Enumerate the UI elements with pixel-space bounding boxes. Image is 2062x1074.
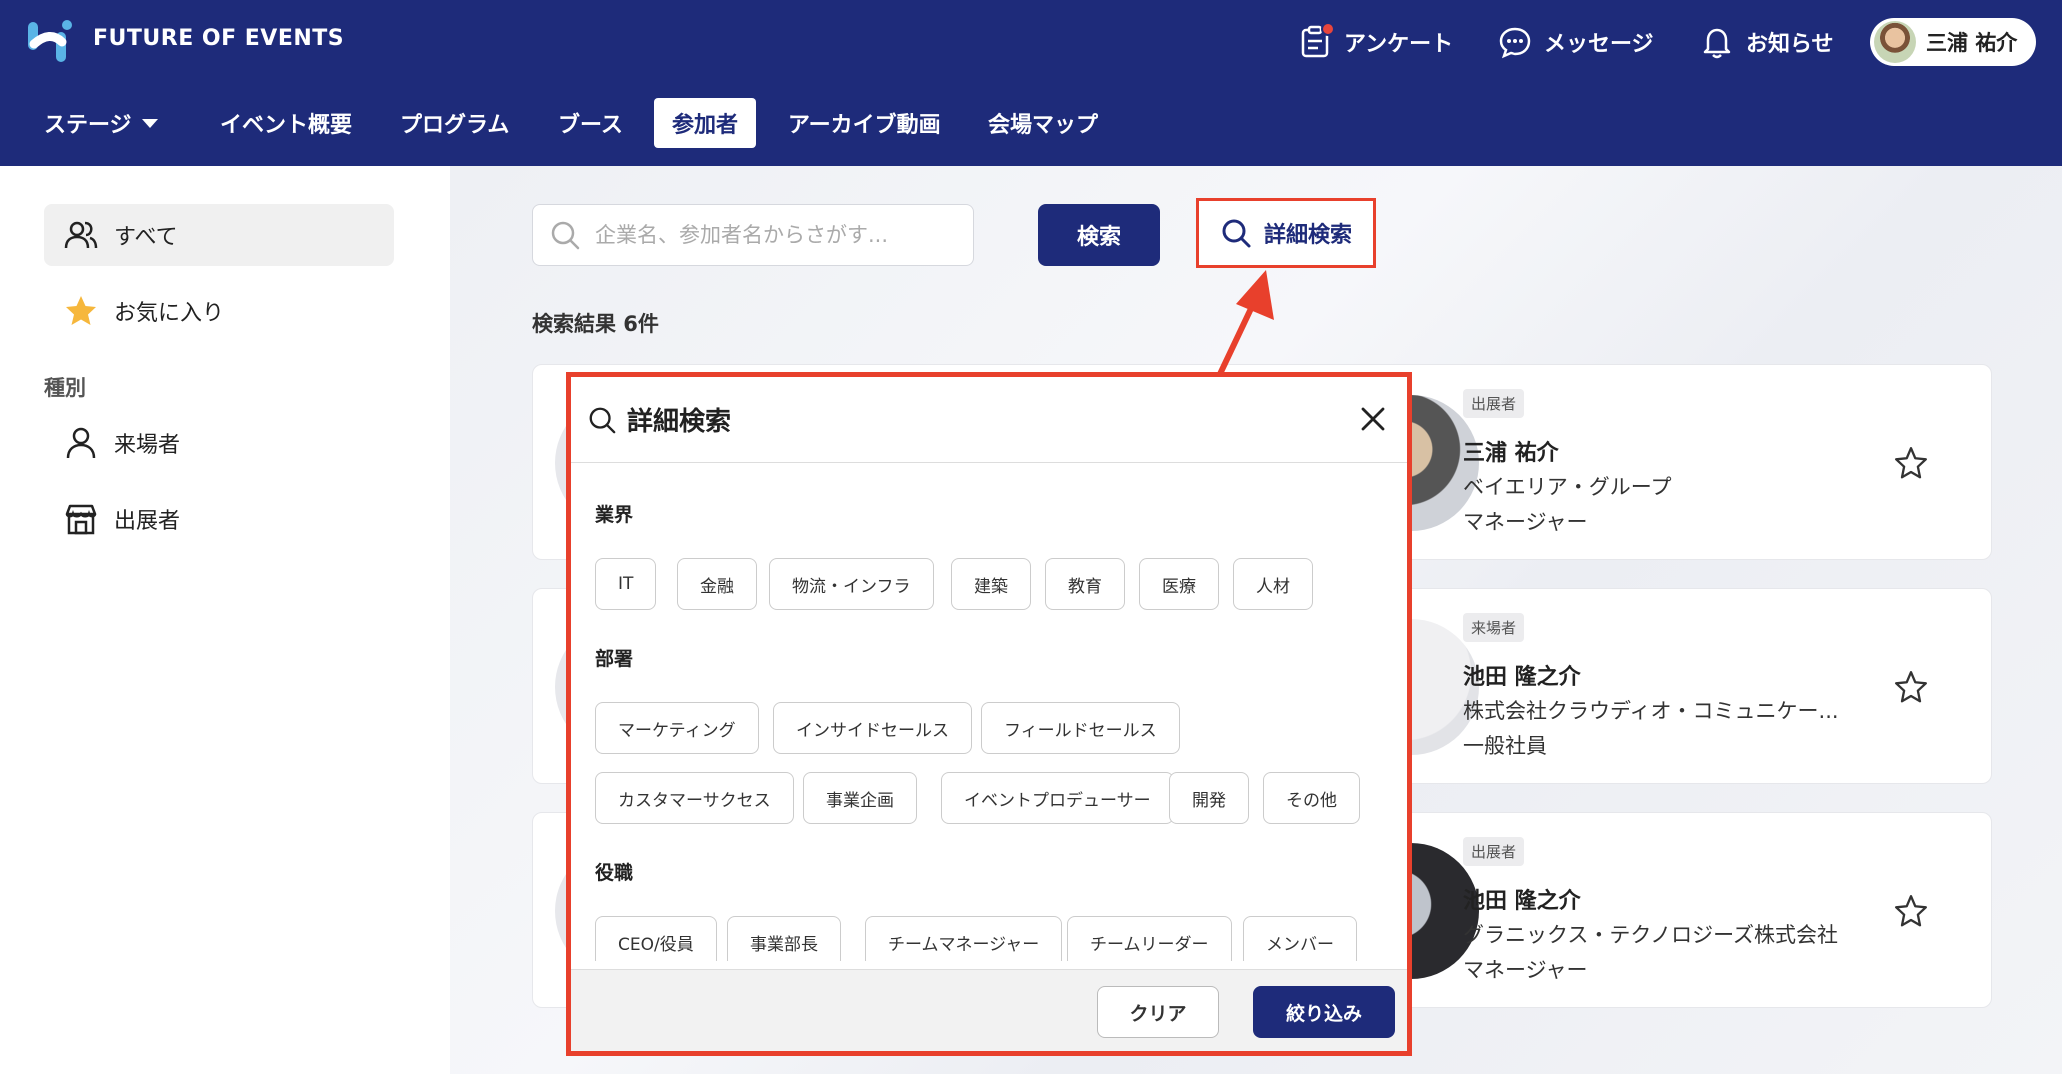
bell-icon — [1703, 28, 1731, 59]
store-icon — [65, 504, 97, 535]
participant-title: マネージャー — [1463, 510, 1588, 534]
nav-item-event-overview[interactable]: イベント概要 — [202, 98, 370, 148]
sidebar-item-all[interactable]: すべて — [44, 204, 394, 266]
participant-title: 一般社員 — [1463, 734, 1547, 758]
nav-item-archive-video[interactable]: アーカイブ動画 — [770, 98, 959, 148]
chip-position[interactable]: チームマネージャー — [865, 916, 1063, 961]
nav-label: ステージ — [44, 113, 132, 138]
app-root: FUTURE OF EVENTS アンケート メッセージ お知らせ 三浦 祐介 … — [0, 0, 2062, 1074]
main-nav: ステージ イベント概要 プログラム ブース 参加者 アーカイブ動画 会場マップ — [0, 98, 2062, 150]
chip-industry[interactable]: 建築 — [951, 558, 1031, 610]
clear-button[interactable]: クリア — [1097, 986, 1219, 1038]
avatar — [1874, 21, 1916, 63]
nav-item-venue-map[interactable]: 会場マップ — [970, 98, 1116, 148]
person-icon — [66, 427, 96, 459]
nav-item-stage[interactable]: ステージ — [26, 98, 176, 148]
notifications-link[interactable]: お知らせ — [1700, 22, 1834, 62]
advanced-search-modal: 詳細検索 業界 IT 金融 物流・インフラ 建築 教育 医療 人材 部署 マーケ… — [566, 372, 1412, 1056]
sidebar-item-exhibitor[interactable]: 出展者 — [44, 488, 394, 550]
chip-industry[interactable]: 物流・インフラ — [769, 558, 934, 610]
type-badge: 出展者 — [1463, 389, 1525, 418]
chip-department[interactable]: 開発 — [1169, 772, 1249, 824]
result-count: 検索結果 6件 — [532, 312, 659, 336]
sidebar-item-label: お気に入り — [114, 301, 225, 326]
chip-industry[interactable]: 教育 — [1045, 558, 1125, 610]
close-icon[interactable] — [1357, 403, 1389, 435]
sidebar-section-title: 種別 — [44, 376, 86, 400]
chip-industry[interactable]: IT — [595, 558, 657, 610]
chip-department[interactable]: フィールドセールス — [981, 702, 1180, 754]
type-badge: 出展者 — [1463, 837, 1525, 866]
chip-industry[interactable]: 医療 — [1139, 558, 1219, 610]
clipboard-icon — [1298, 22, 1335, 59]
group-label-position: 役職 — [595, 862, 634, 884]
users-icon — [64, 221, 98, 249]
apply-filter-button[interactable]: 絞り込み — [1253, 986, 1395, 1038]
chip-position[interactable]: 事業部長 — [727, 916, 841, 961]
participant-company: ベイエリア・グループ — [1463, 475, 1672, 499]
header: FUTURE OF EVENTS アンケート メッセージ お知らせ 三浦 祐介 … — [0, 0, 2062, 166]
search-icon — [551, 221, 580, 250]
nav-item-program[interactable]: プログラム — [382, 98, 527, 148]
group-label-industry: 業界 — [595, 504, 634, 526]
user-menu[interactable]: 三浦 祐介 — [1870, 18, 2036, 66]
survey-link[interactable]: アンケート — [1298, 22, 1453, 62]
search-box[interactable] — [532, 204, 974, 266]
chip-industry[interactable]: 金融 — [677, 558, 757, 610]
brand-name: FUTURE OF EVENTS — [93, 26, 345, 51]
search-input[interactable] — [595, 223, 955, 247]
advanced-search-button[interactable]: 詳細検索 — [1196, 198, 1376, 268]
notifications-label: お知らせ — [1746, 32, 1834, 57]
participant-company: グラニックス・テクノロジーズ株式会社 — [1463, 923, 1839, 947]
star-filled-icon — [66, 296, 96, 325]
chip-position[interactable]: メンバー — [1243, 916, 1357, 961]
messages-link[interactable]: メッセージ — [1498, 22, 1654, 62]
advanced-search-label: 詳細検索 — [1263, 223, 1352, 248]
sidebar-item-visitor[interactable]: 来場者 — [44, 412, 394, 474]
sidebar-item-label: 出展者 — [114, 509, 181, 534]
survey-label: アンケート — [1344, 32, 1454, 57]
chip-position[interactable]: CEO/役員 — [595, 916, 717, 961]
chip-department[interactable]: インサイドセールス — [773, 702, 972, 754]
sidebar-item-label: すべて — [114, 225, 178, 250]
star-outline-icon[interactable] — [1893, 669, 1929, 705]
participant-name: 池田 隆之介 — [1463, 889, 1581, 914]
chip-industry[interactable]: 人材 — [1233, 558, 1313, 610]
search-icon — [589, 407, 616, 433]
messages-label: メッセージ — [1544, 32, 1654, 57]
user-name: 三浦 祐介 — [1926, 31, 2018, 55]
nav-item-participants[interactable]: 参加者 — [654, 98, 757, 148]
caret-down-icon — [141, 118, 158, 128]
chat-bubble-icon — [1499, 27, 1531, 59]
star-outline-icon[interactable] — [1893, 445, 1929, 481]
participant-name: 三浦 祐介 — [1463, 441, 1559, 466]
search-button[interactable]: 検索 — [1038, 204, 1160, 266]
logo-icon[interactable] — [26, 18, 74, 66]
chip-department[interactable]: マーケティング — [595, 702, 759, 754]
modal-title: 詳細検索 — [627, 407, 732, 437]
notification-dot — [1321, 22, 1335, 36]
participant-company: 株式会社クラウディオ・コミュニケー... — [1463, 699, 1839, 723]
chip-department[interactable]: カスタマーサクセス — [595, 772, 794, 824]
chip-department[interactable]: その他 — [1263, 772, 1360, 824]
modal-footer: クリア 絞り込み — [571, 969, 1407, 1051]
callout-arrow — [1217, 270, 1274, 376]
chip-department[interactable]: イベントプロデューサー — [941, 772, 1174, 824]
chip-department[interactable]: 事業企画 — [803, 772, 917, 824]
star-outline-icon[interactable] — [1893, 893, 1929, 929]
modal-header: 詳細検索 — [571, 377, 1407, 463]
group-label-department: 部署 — [595, 648, 634, 670]
nav-item-booth[interactable]: ブース — [540, 98, 641, 148]
participant-name: 池田 隆之介 — [1463, 665, 1581, 690]
chip-position[interactable]: チームリーダー — [1067, 916, 1232, 961]
search-icon — [1222, 219, 1251, 248]
sidebar: すべて お気に入り 種別 来場者 出展者 — [0, 166, 450, 1074]
modal-body[interactable]: 業界 IT 金融 物流・インフラ 建築 教育 医療 人材 部署 マーケティング … — [571, 464, 1407, 961]
participant-title: マネージャー — [1463, 958, 1588, 982]
sidebar-item-label: 来場者 — [114, 433, 181, 458]
sidebar-item-favorites[interactable]: お気に入り — [44, 280, 394, 342]
type-badge: 来場者 — [1463, 613, 1525, 642]
